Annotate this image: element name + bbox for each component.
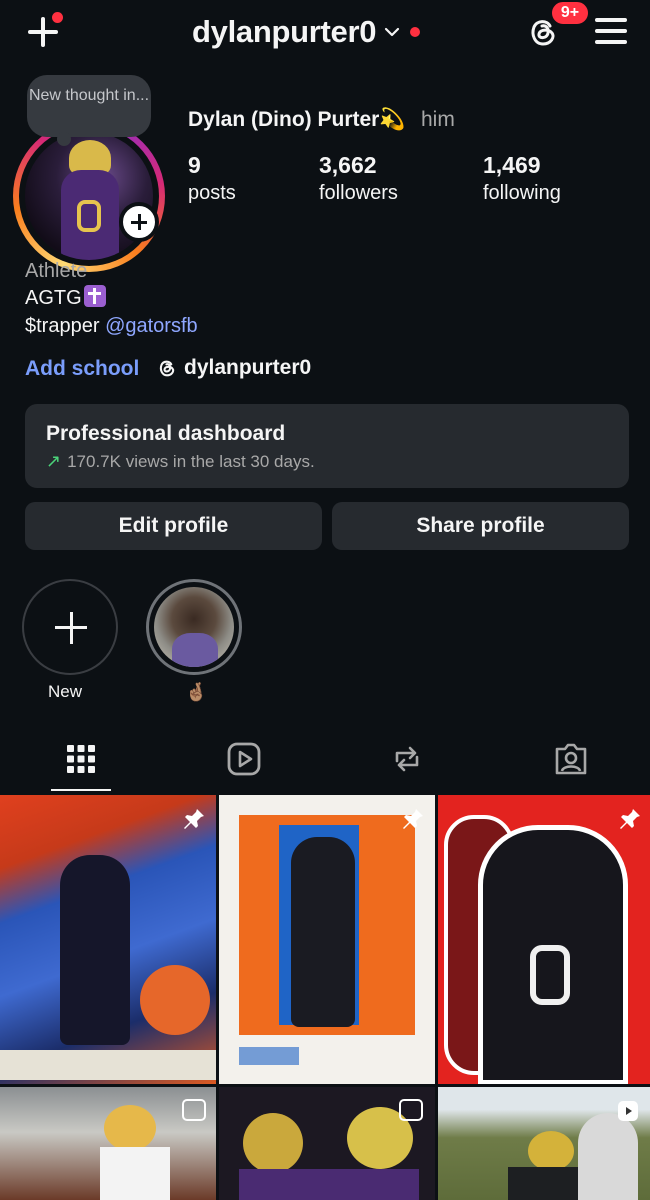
new-highlight-button[interactable] [22,579,118,675]
tagged-icon[interactable] [551,739,591,779]
highlight-cover [154,587,234,667]
dashboard-views: 170.7K views in the last 30 days. [67,451,315,471]
post-thumbnail[interactable] [219,795,435,1084]
pin-icon [184,809,204,829]
story-highlight[interactable] [146,579,242,675]
threads-handle: dylanpurter0 [184,356,312,379]
menu-icon[interactable] [595,18,627,44]
full-name: Dylan (Dino) Purter💫 [188,108,406,131]
account-switcher[interactable]: dylanpurter0 [192,12,421,52]
bio-line-2: $trapper @gatorsfb [25,313,198,339]
highlight-label: New [48,682,83,701]
threads-icon [159,360,175,377]
pin-icon [403,809,423,829]
bio-text: AGTG [25,287,82,309]
username: dylanpurter0 [192,14,377,49]
grid-icon[interactable] [61,739,101,779]
note-bubble[interactable]: New thought in... [27,75,151,146]
professional-dashboard[interactable]: Professional dashboard ↗ 170.7K views in… [25,404,629,488]
carousel-icon [399,1099,423,1121]
post-thumbnail[interactable] [438,795,650,1084]
threads-profile-link[interactable]: dylanpurter0 [156,356,311,380]
stat-label: followers [319,182,398,204]
edit-profile-button[interactable]: Edit profile [25,502,322,550]
dashboard-title: Professional dashboard [46,422,286,445]
profile-page: dylanpurter0 9+ New thought in... Dylan … [0,0,650,1200]
following-count[interactable]: 1,469 following [483,152,561,208]
reposts-icon[interactable] [387,739,427,779]
stat-value: 9 [188,152,201,178]
bio-text: $trapper [25,315,106,337]
stat-label: posts [188,182,236,204]
add-school-link[interactable]: Add school [25,357,139,381]
post-thumbnail[interactable] [0,1087,216,1200]
add-story-button[interactable] [119,202,159,242]
profile-tabs [0,735,650,793]
post-thumbnail[interactable] [0,795,216,1084]
active-tab-indicator [51,789,111,791]
reel-icon [618,1101,638,1121]
posts-count[interactable]: 9 posts [188,152,236,208]
create-post-icon[interactable] [24,12,64,52]
post-thumbnail[interactable] [219,1087,435,1200]
mention-link[interactable]: @gatorsfb [105,315,198,337]
trend-up-icon: ↗ [46,451,62,471]
notification-badge: 9+ [550,0,590,26]
chevron-down-icon [385,27,400,37]
share-profile-button[interactable]: Share profile [332,502,629,550]
pin-icon [620,809,640,829]
stat-label: following [483,182,561,204]
pronouns: him [421,108,455,131]
top-bar: dylanpurter0 9+ [0,0,650,64]
highlight-label: 🤞🏽 [185,682,208,702]
post-thumbnail[interactable] [438,1087,650,1200]
category-label: Athlete [25,260,88,282]
bio-line-1: AGTG [25,285,106,311]
stat-value: 3,662 [319,152,377,178]
followers-count[interactable]: 3,662 followers [319,152,398,208]
stat-value: 1,469 [483,152,541,178]
cross-emoji-icon [83,285,106,307]
reels-icon[interactable] [224,739,264,779]
profile-avatar[interactable] [13,120,165,272]
account-notification-dot [410,27,421,37]
carousel-icon [182,1099,206,1121]
create-notification-dot [52,12,63,23]
dashboard-subtitle: ↗ 170.7K views in the last 30 days. [46,451,315,472]
